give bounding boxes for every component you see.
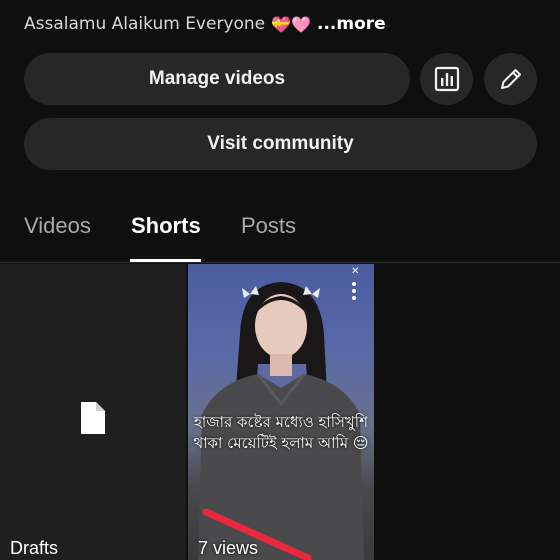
- pencil-icon: [500, 69, 521, 89]
- drafts-label: Drafts: [10, 538, 59, 558]
- visit-community-label: Visit community: [207, 133, 354, 154]
- short-thumbnail[interactable]: ✕ হাজার কষ্টের মধ্যেও হাসিখুশি থাকা মেয়…: [188, 264, 374, 560]
- more-options-icon[interactable]: [348, 282, 360, 302]
- short-overlay-text: হাজার কষ্টের মধ্যেও হাসিখুশি থাকা মেয়েট…: [193, 413, 369, 452]
- edit-channel-button[interactable]: [484, 53, 537, 105]
- tab-shorts[interactable]: Shorts: [131, 213, 201, 239]
- heart-emoji: 💝🩷: [271, 14, 311, 34]
- description-text: Assalamu Alaikum Everyone: [24, 14, 266, 34]
- tab-videos[interactable]: Videos: [24, 213, 91, 239]
- short-views: 7 views: [198, 538, 259, 558]
- channel-description[interactable]: Assalamu Alaikum Everyone 💝🩷 ...more: [24, 10, 386, 38]
- manage-videos-button[interactable]: Manage videos: [24, 53, 410, 105]
- tab-posts[interactable]: Posts: [241, 213, 296, 239]
- document-icon: [81, 402, 105, 434]
- channel-tabs: Videos Shorts Posts: [0, 205, 560, 263]
- tabs-divider: [0, 262, 560, 263]
- visit-community-button[interactable]: Visit community: [24, 118, 537, 170]
- capcut-icon: ✕: [351, 266, 360, 277]
- manage-videos-label: Manage videos: [148, 68, 286, 89]
- analytics-icon: [434, 66, 459, 92]
- drafts-tile[interactable]: Drafts: [0, 264, 186, 560]
- more-link[interactable]: ...more: [317, 14, 386, 34]
- analytics-button[interactable]: [420, 53, 473, 105]
